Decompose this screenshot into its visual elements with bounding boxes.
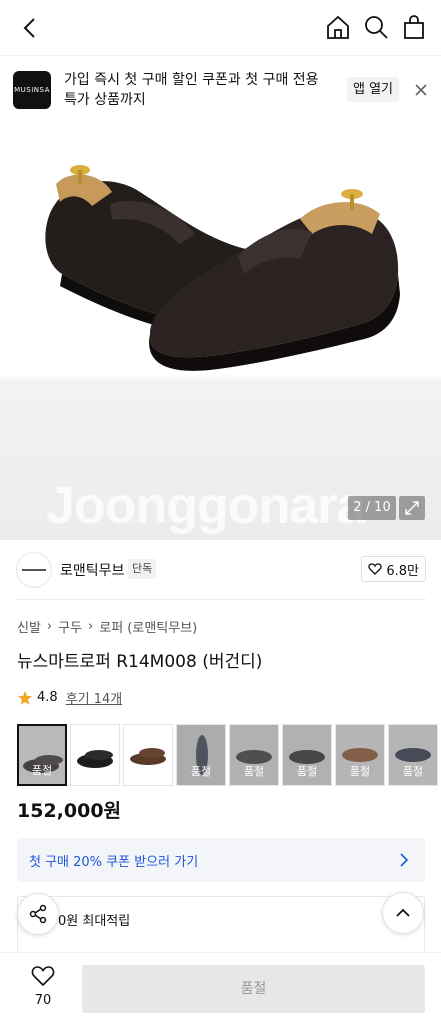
breadcrumb-item[interactable]: 신발	[17, 617, 41, 636]
breadcrumb-item[interactable]: 구두	[58, 617, 82, 636]
star-icon	[18, 690, 32, 705]
brand-like-button[interactable]: 6.8만	[361, 556, 426, 582]
first-purchase-coupon-banner[interactable]: 첫 구매 20% 쿠폰 받으러 가기	[17, 838, 425, 882]
coupon-label: 첫 구매 20% 쿠폰 받으러 가기	[29, 855, 199, 870]
product-price: 152,000원	[17, 800, 122, 822]
soldout-label: 품절	[283, 725, 331, 785]
home-icon[interactable]	[323, 12, 353, 42]
promo-message: 가입 즉시 첫 구매 할인 쿠폰과 첫 구매 전용 특가 상품까지	[64, 72, 319, 108]
chevron-right-icon: ›	[46, 619, 53, 634]
cart-bag-icon[interactable]	[399, 12, 429, 42]
color-option-thumbnail[interactable]	[123, 724, 173, 786]
color-option-thumbnail[interactable]: 품절	[282, 724, 332, 786]
image-counter: 2 / 10	[348, 496, 396, 520]
top-nav	[0, 0, 441, 56]
color-option-thumbnail[interactable]: 품절	[229, 724, 279, 786]
open-app-button[interactable]: 앱 열기	[347, 77, 400, 102]
expand-icon[interactable]	[399, 496, 425, 520]
rating-score: 4.8	[37, 690, 58, 705]
share-button[interactable]	[17, 893, 59, 935]
max-points-label: 0원 최대적립	[58, 914, 131, 929]
favorite-count: 70	[34, 993, 52, 1008]
soldout-label: 품절	[19, 726, 65, 784]
favorite-button[interactable]: 70	[22, 965, 64, 1008]
color-option-thumbnail[interactable]	[70, 724, 120, 786]
breadcrumb: 신발 › 구두 › 로퍼 (로맨틱무브)	[17, 617, 197, 636]
brand-logo[interactable]	[16, 552, 52, 588]
soldout-label: 품절	[389, 725, 437, 785]
close-icon[interactable]	[412, 81, 430, 99]
app-promo-banner: MUSINSA 가입 즉시 첫 구매 할인 쿠폰과 첫 구매 전용 특가 상품까…	[0, 56, 441, 124]
buy-button-soldout[interactable]: 품절	[82, 965, 425, 1013]
color-option-thumbnail[interactable]: 품절	[388, 724, 438, 786]
product-image-gallery[interactable]: Joonggonara 2 / 10	[0, 124, 441, 540]
color-option-thumbnail[interactable]: 품절	[176, 724, 226, 786]
soldout-label: 품절	[177, 725, 225, 785]
exclusive-badge: 단독	[128, 559, 157, 579]
back-arrow-icon[interactable]	[16, 14, 44, 42]
loafer-shoes-image	[45, 165, 400, 371]
color-option-thumbnail[interactable]: 품절	[17, 724, 67, 786]
brand-row: 로맨틱무브 단독 6.8만	[16, 550, 426, 600]
color-thumbnails: 품절 품절 품절 품절 품절 품절	[17, 724, 438, 786]
color-option-thumbnail[interactable]: 품절	[335, 724, 385, 786]
watermark-text: Joonggonara	[46, 477, 365, 535]
heart-icon	[31, 966, 55, 987]
soldout-label: 품절	[336, 725, 384, 785]
like-count: 6.8만	[386, 563, 419, 579]
scroll-top-button[interactable]	[382, 892, 424, 934]
heart-icon	[368, 563, 383, 575]
rating-row: 4.8 후기 14개	[17, 688, 122, 707]
bottom-action-bar: 70 품절	[0, 952, 441, 1024]
soldout-label: 품절	[230, 725, 278, 785]
share-icon	[29, 904, 47, 924]
breadcrumb-item[interactable]: 로퍼 (로맨틱무브)	[99, 617, 197, 636]
search-icon[interactable]	[361, 12, 391, 42]
product-title: 뉴스마트로퍼 R14M008 (버건디)	[17, 652, 263, 672]
points-section: 0원 최대적립	[17, 896, 425, 956]
chevron-right-icon	[400, 853, 409, 867]
musinsa-logo: MUSINSA	[13, 71, 51, 109]
chevron-right-icon: ›	[88, 619, 94, 634]
reviews-link[interactable]: 후기 14개	[66, 688, 123, 707]
chevron-up-icon	[396, 908, 410, 917]
brand-name[interactable]: 로맨틱무브	[60, 560, 124, 580]
